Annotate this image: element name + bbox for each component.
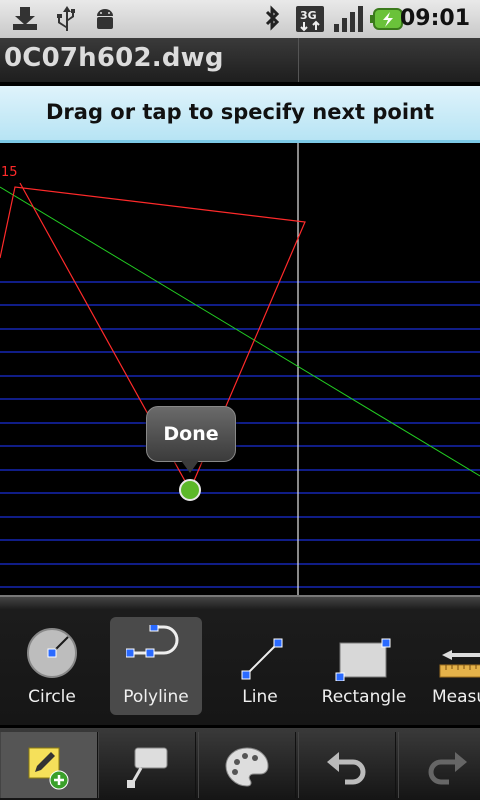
tool-circle-label: Circle — [28, 687, 76, 707]
redo-button[interactable] — [398, 732, 480, 798]
blue-gridlines — [0, 281, 480, 588]
tool-line-label: Line — [242, 687, 278, 707]
bottom-action-bar — [0, 728, 480, 800]
tool-measure[interactable]: Measure — [422, 617, 480, 715]
measure-tool-icon — [439, 650, 480, 678]
usb-icon — [57, 6, 75, 31]
annotate-button[interactable] — [98, 732, 196, 798]
palette-button[interactable] — [198, 732, 296, 798]
tool-measure-label: Measure — [432, 687, 480, 707]
status-clock: 09:01 — [399, 6, 470, 31]
tool-line[interactable]: Line — [214, 617, 306, 715]
tool-rectangle-label: Rectangle — [321, 687, 407, 707]
download-icon — [13, 7, 37, 30]
tool-polyline-label: Polyline — [123, 687, 189, 707]
bluetooth-icon — [265, 5, 280, 31]
green-guide-line — [0, 186, 480, 477]
polyline-tool-icon — [126, 625, 179, 658]
done-button-pointer — [180, 459, 200, 473]
done-label: Done — [163, 423, 219, 445]
draw-add-button[interactable] — [0, 732, 98, 798]
status-bar: 3G 09:01 — [0, 0, 480, 38]
tool-circle[interactable]: Circle — [6, 617, 98, 715]
command-prompt-bar: Drag or tap to specify next point — [0, 86, 480, 143]
line-tool-icon — [241, 638, 283, 680]
title-divider — [298, 38, 299, 82]
drawing-tool-strip: Circle Polyline Line Rectangle Meas — [0, 595, 480, 725]
command-prompt-text: Drag or tap to specify next point — [45, 100, 435, 124]
vertex-label: 15 — [1, 165, 18, 180]
drawing-canvas[interactable]: 15 — [0, 143, 480, 595]
draw-add-icon — [28, 747, 69, 790]
title-bar: 0C07h602.dwg — [0, 38, 480, 82]
signal-strength-icon — [334, 6, 363, 32]
network-3g-icon: 3G — [296, 6, 324, 32]
drawing-filename: 0C07h602.dwg — [4, 43, 224, 73]
tool-polyline[interactable]: Polyline — [110, 617, 202, 715]
rectangle-tool-icon — [335, 638, 391, 681]
done-button[interactable]: Done — [146, 406, 236, 462]
android-debug-icon — [97, 9, 113, 29]
tool-rectangle[interactable]: Rectangle — [318, 617, 410, 715]
active-point-handle[interactable] — [179, 479, 201, 501]
redo-icon — [428, 752, 467, 785]
svg-text:3G: 3G — [300, 9, 317, 22]
undo-icon — [327, 752, 366, 785]
undo-button[interactable] — [298, 732, 396, 798]
palette-icon — [225, 747, 269, 787]
annotate-icon — [127, 747, 168, 788]
circle-tool-icon — [27, 628, 77, 678]
